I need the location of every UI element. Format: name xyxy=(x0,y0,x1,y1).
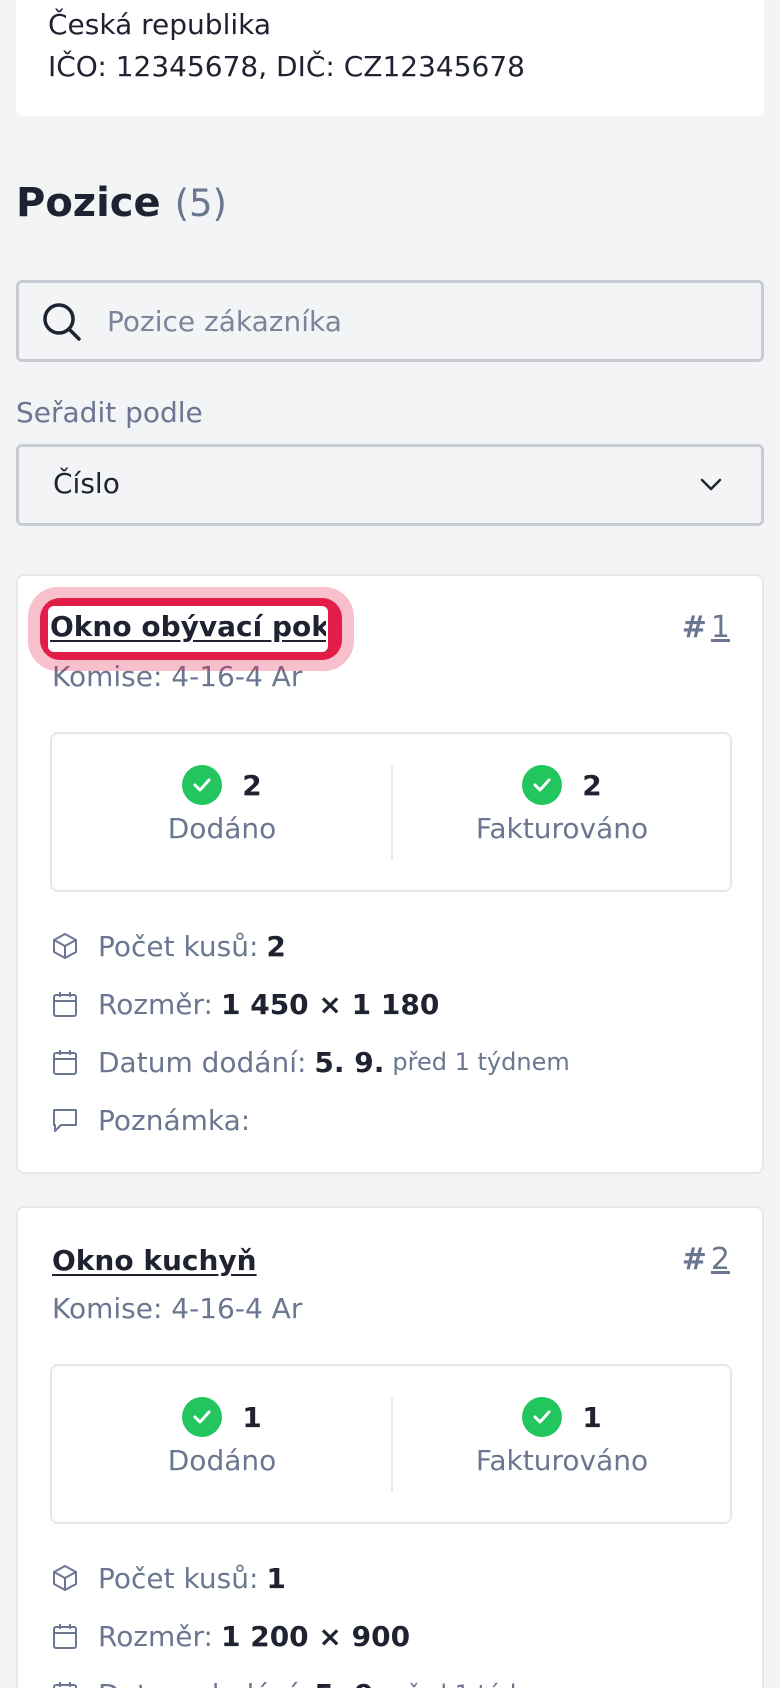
position-number: #2 xyxy=(682,1242,730,1277)
position-number-link[interactable]: 1 xyxy=(711,610,730,645)
box-icon xyxy=(53,1565,77,1591)
position-number-link[interactable]: 2 xyxy=(711,1242,730,1277)
delivery-relative: před 1 týdnem xyxy=(392,1680,569,1688)
position-title-link[interactable]: Okno kuchyň xyxy=(52,1244,257,1277)
position-number: #1 xyxy=(682,610,730,645)
calendar-icon xyxy=(53,1682,77,1688)
size-value: 1 450 × 1 180 xyxy=(220,987,440,1021)
search-field[interactable] xyxy=(16,280,764,362)
delivered-label: Dodáno xyxy=(167,812,277,845)
note-label: Poznámka: xyxy=(98,1103,251,1137)
status-box: 1 Dodáno 1 Fakturováno xyxy=(50,1364,732,1524)
section-count: (5) xyxy=(174,182,227,225)
size-row: Rozměr: 1 450 × 1 180 xyxy=(50,984,439,1024)
delivered-qty: 2 xyxy=(242,768,262,802)
delivery-label: Datum dodání: xyxy=(98,1678,306,1688)
sort-select-value: Číslo xyxy=(53,467,120,500)
delivered-label: Dodáno xyxy=(167,1444,277,1477)
check-circle-icon xyxy=(522,765,563,805)
customer-country: Česká republika xyxy=(48,8,272,41)
comment-icon xyxy=(53,1109,77,1132)
search-icon xyxy=(43,303,81,341)
delivery-row: Datum dodání:5. 9.před 1 týdnem xyxy=(50,1042,570,1082)
position-title-link[interactable]: Okno obývací pokoj xyxy=(50,610,326,643)
delivery-row: Datum dodání: 5. 9. před 1 týdnem xyxy=(50,1674,570,1688)
pieces-value: 2 xyxy=(266,929,286,963)
delivery-value: 5. 9. xyxy=(314,1678,384,1688)
box-icon xyxy=(53,933,77,959)
delivery-relative: před 1 týdnem xyxy=(392,1048,570,1076)
invoiced-qty: 1 xyxy=(582,1400,602,1434)
note-row: Poznámka: xyxy=(50,1100,250,1140)
position-commission: Komise: 4-16-4 Ar xyxy=(52,1292,303,1325)
pieces-row: Počet kusů: 1 xyxy=(50,1558,286,1598)
pieces-value: 1 xyxy=(266,1561,286,1595)
chevron-down-icon xyxy=(700,478,722,491)
calendar-icon xyxy=(53,1624,77,1649)
size-label: Rozměr: xyxy=(98,987,213,1021)
calendar-icon xyxy=(53,1050,77,1075)
delivery-value: 5. 9. xyxy=(314,1045,385,1079)
pieces-label: Počet kusů: xyxy=(98,1561,259,1595)
delivered-stat: 2 Dodáno xyxy=(52,764,392,845)
delivered-qty: 1 xyxy=(242,1400,262,1434)
pieces-row: Počet kusů: 2 xyxy=(50,926,286,966)
pieces-label: Počet kusů: xyxy=(98,929,259,963)
position-number-prefix: # xyxy=(681,1242,707,1277)
section-title-text: Pozice xyxy=(16,180,161,226)
invoiced-stat: 1 Fakturováno xyxy=(392,1396,732,1477)
section-title: Pozice (5) xyxy=(16,180,227,226)
size-row: Rozměr: 1 200 × 900 xyxy=(50,1616,410,1656)
check-circle-icon xyxy=(182,1397,223,1437)
sort-select[interactable]: Číslo xyxy=(16,444,764,526)
size-label: Rozměr: xyxy=(98,1619,213,1653)
position-card: Okno kuchyň #2 Komise: 4-16-4 Ar 1 Dodán… xyxy=(16,1206,764,1688)
status-box: 2 Dodáno 2 Fakturováno xyxy=(50,732,732,892)
invoiced-stat: 2 Fakturováno xyxy=(392,764,732,845)
delivered-stat: 1 Dodáno xyxy=(52,1396,392,1477)
invoiced-label: Fakturováno xyxy=(475,1444,649,1477)
check-circle-icon xyxy=(522,1397,563,1437)
position-number-prefix: # xyxy=(681,610,707,645)
calendar-icon xyxy=(53,992,77,1017)
size-value: 1 200 × 900 xyxy=(220,1619,411,1653)
delivery-label: Datum dodání: xyxy=(98,1045,307,1079)
customer-address-card: Česká republika IČO: 12345678, DIČ: CZ12… xyxy=(16,0,764,116)
sort-label: Seřadit podle xyxy=(16,396,203,429)
invoiced-label: Fakturováno xyxy=(475,812,649,845)
invoiced-qty: 2 xyxy=(582,768,602,802)
search-input[interactable] xyxy=(107,295,727,347)
check-circle-icon xyxy=(182,765,223,805)
customer-ids: IČO: 12345678, DIČ: CZ12345678 xyxy=(48,50,525,83)
